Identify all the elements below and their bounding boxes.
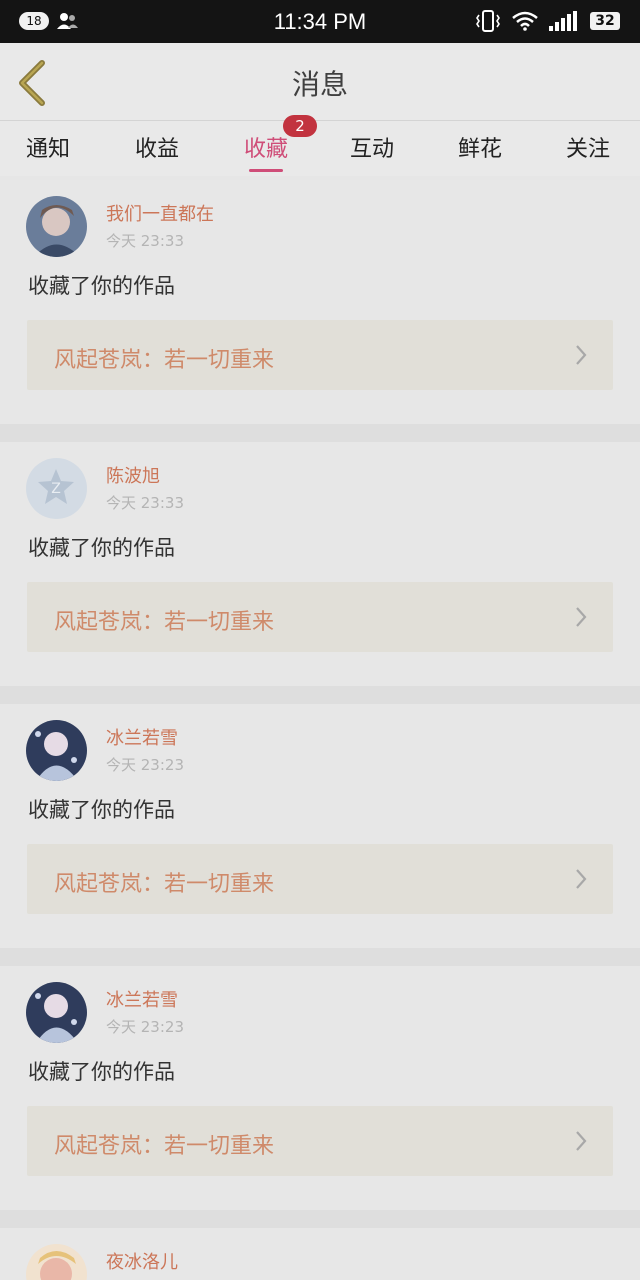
svg-text:Z: Z <box>51 481 61 497</box>
avatar[interactable] <box>26 196 87 257</box>
tab-favorites[interactable]: 收藏 <box>244 131 288 163</box>
chevron-right-icon <box>576 345 587 365</box>
active-tab-indicator <box>249 169 283 172</box>
divider <box>0 424 640 442</box>
battery-indicator: 32 <box>590 12 620 30</box>
chevron-right-icon <box>576 869 587 889</box>
divider <box>0 686 640 704</box>
message-time: 今天 23:33 <box>106 232 184 250</box>
work-title: 风起苍岚：若一切重来 <box>54 872 275 897</box>
tab-follows[interactable]: 关注 <box>566 131 610 163</box>
list-item[interactable]: Z 陈波旭 今天 23:33 收藏了你的作品 风起苍岚：若一切重来 <box>0 442 640 686</box>
message-time: 今天 23:33 <box>106 494 184 512</box>
work-link[interactable]: 风起苍岚：若一切重来 <box>27 320 613 390</box>
tab-earnings[interactable]: 收益 <box>135 131 179 163</box>
avatar[interactable] <box>26 982 87 1043</box>
signal-icon <box>549 11 577 31</box>
message-text: 收藏了你的作品 <box>28 798 175 822</box>
message-time: 今天 23:23 <box>106 756 184 774</box>
list-item[interactable]: 夜冰洛儿 <box>0 1228 640 1280</box>
tab-flowers[interactable]: 鲜花 <box>458 131 502 163</box>
avatar[interactable] <box>26 1244 87 1280</box>
chevron-right-icon <box>576 607 587 627</box>
status-time: 11:34 PM <box>273 9 367 34</box>
username[interactable]: 冰兰若雪 <box>106 986 178 1012</box>
work-title: 风起苍岚：若一切重来 <box>54 1134 275 1159</box>
username[interactable]: 我们一直都在 <box>106 200 214 226</box>
avatar[interactable] <box>26 720 87 781</box>
avatar[interactable]: Z <box>26 458 87 519</box>
divider <box>0 1210 640 1228</box>
username[interactable]: 冰兰若雪 <box>106 724 178 750</box>
list-item[interactable]: 我们一直都在 今天 23:33 收藏了你的作品 风起苍岚：若一切重来 <box>0 180 640 424</box>
divider <box>0 948 640 966</box>
list-item[interactable]: 冰兰若雪 今天 23:23 收藏了你的作品 风起苍岚：若一切重来 <box>0 704 640 948</box>
tab-interactions[interactable]: 互动 <box>350 131 394 163</box>
work-link[interactable]: 风起苍岚：若一切重来 <box>27 844 613 914</box>
status-bar: 18 11:34 PM 32 <box>0 0 640 43</box>
message-time: 今天 23:23 <box>106 1018 184 1036</box>
message-text: 收藏了你的作品 <box>28 1060 175 1084</box>
message-text: 收藏了你的作品 <box>28 536 175 560</box>
tab-bar: 通知 收益 收藏 互动 鲜花 关注 <box>0 120 640 176</box>
work-link[interactable]: 风起苍岚：若一切重来 <box>27 582 613 652</box>
list-item[interactable]: 冰兰若雪 今天 23:23 收藏了你的作品 风起苍岚：若一切重来 <box>0 966 640 1210</box>
username[interactable]: 陈波旭 <box>106 462 160 488</box>
message-text: 收藏了你的作品 <box>28 274 175 298</box>
tab-unread-badge: 2 <box>283 115 317 137</box>
work-title: 风起苍岚：若一切重来 <box>54 610 275 635</box>
chevron-right-icon <box>576 1131 587 1151</box>
work-link[interactable]: 风起苍岚：若一切重来 <box>27 1106 613 1176</box>
wifi-icon <box>512 11 538 31</box>
tab-notifications[interactable]: 通知 <box>26 131 70 163</box>
work-title: 风起苍岚：若一切重来 <box>54 348 275 373</box>
page-title: 消息 <box>291 68 348 101</box>
navigation-bar: 消息 <box>0 43 640 120</box>
username[interactable]: 夜冰洛儿 <box>106 1248 178 1274</box>
vibrate-icon <box>476 10 500 32</box>
